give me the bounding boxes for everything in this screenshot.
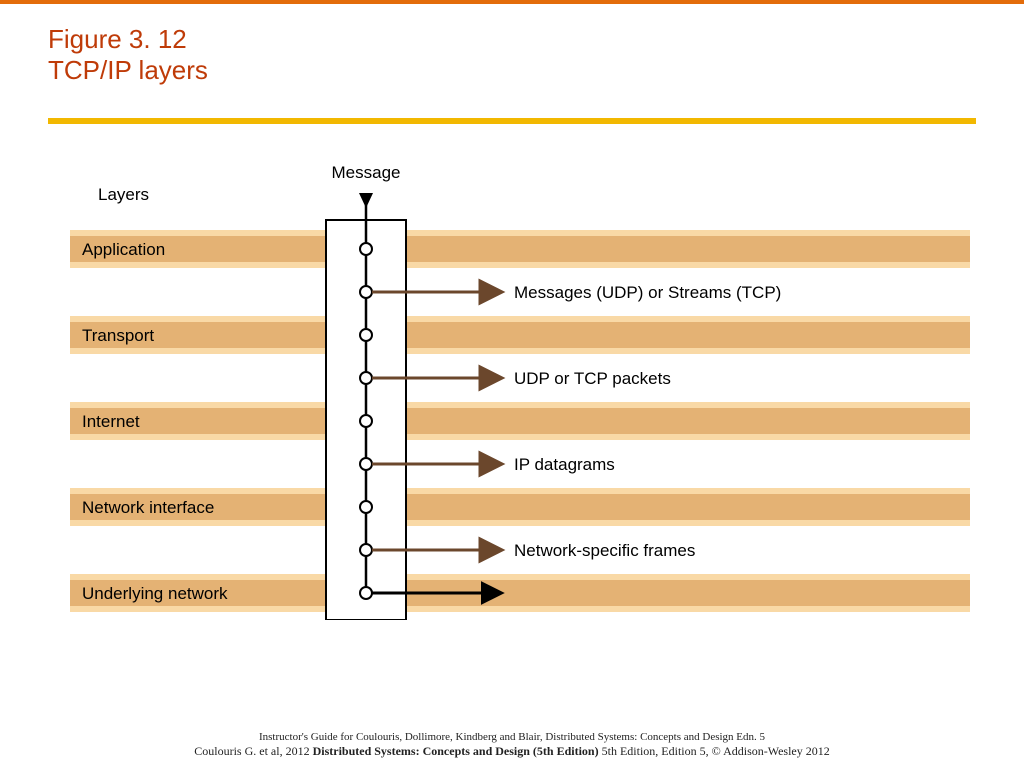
layer-label: Transport xyxy=(82,326,154,345)
layer-row-internet: Internet xyxy=(70,402,970,440)
figure-number: Figure 3. 12 xyxy=(48,24,208,55)
figure-title: Figure 3. 12 TCP/IP layers xyxy=(48,24,208,86)
between-label: IP datagrams xyxy=(514,455,615,474)
tcpip-layers-diagram: Application Transport Internet Network i… xyxy=(70,160,970,620)
between-label: Messages (UDP) or Streams (TCP) xyxy=(514,283,781,302)
message-entry-arrowhead xyxy=(359,193,373,208)
layer-label: Internet xyxy=(82,412,140,431)
layer-label: Underlying network xyxy=(82,584,228,603)
layer-row-application: Application xyxy=(70,230,970,268)
footer-line1: Instructor's Guide for Coulouris, Dollim… xyxy=(0,730,1024,744)
top-rule xyxy=(0,0,1024,4)
footer-line2: Coulouris G. et al, 2012 Distributed Sys… xyxy=(0,744,1024,760)
layer-row-transport: Transport xyxy=(70,316,970,354)
layers-header-label: Layers xyxy=(98,185,149,204)
between-label: Network-specific frames xyxy=(514,541,695,560)
layer-row-network-interface: Network interface xyxy=(70,488,970,526)
message-label: Message xyxy=(332,163,401,182)
layer-row-underlying-network: Underlying network xyxy=(70,574,970,612)
layer-label: Application xyxy=(82,240,165,259)
figure-caption: TCP/IP layers xyxy=(48,55,208,86)
layer-label: Network interface xyxy=(82,498,214,517)
slide-footer: Instructor's Guide for Coulouris, Dollim… xyxy=(0,730,1024,760)
yellow-rule xyxy=(48,118,976,124)
between-label: UDP or TCP packets xyxy=(514,369,671,388)
flow-nodes xyxy=(360,243,372,599)
